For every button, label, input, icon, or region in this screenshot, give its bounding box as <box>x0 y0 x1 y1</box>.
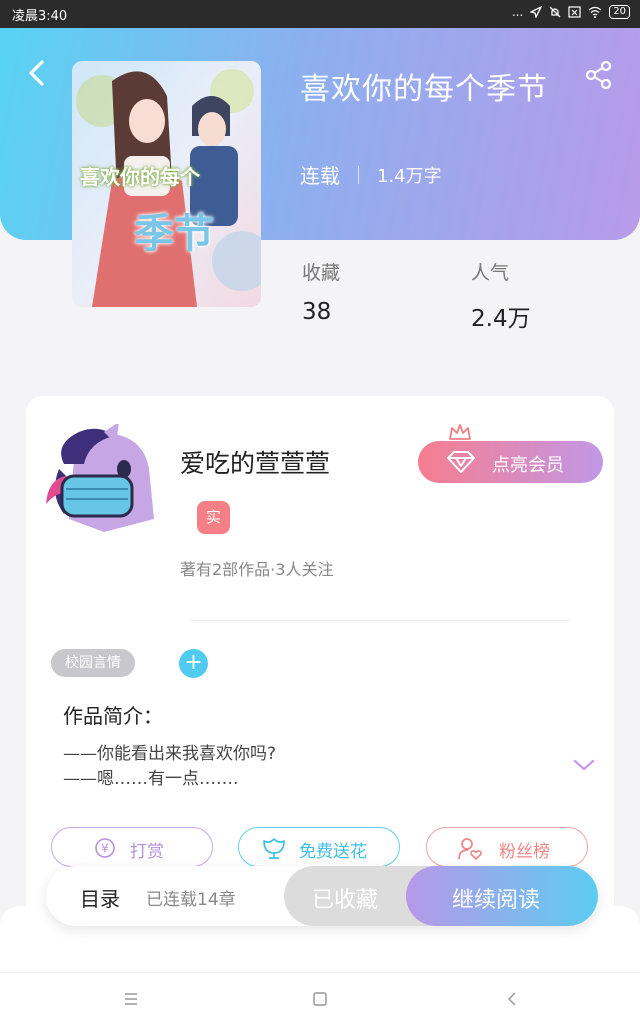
vip-button[interactable]: 点亮会员 <box>418 441 603 483</box>
fan-ranking-button[interactable]: 粉丝榜 <box>426 827 588 867</box>
popularity-stat: 人气 2.4万 <box>471 258 531 333</box>
intro-line-2: ——嗯……有一点……. <box>63 769 239 789</box>
cover-title-line1: 喜欢你的每个 <box>80 165 200 189</box>
status-divider <box>358 165 359 184</box>
book-cover[interactable]: 喜欢你的每个 季节 <box>72 61 261 307</box>
yen-symbol: ¥ <box>101 842 109 856</box>
reward-button[interactable]: ¥ 打赏 <box>51 827 213 867</box>
flower-icon <box>263 838 285 859</box>
favorited-label: 已收藏 <box>312 888 379 913</box>
send-flower-button[interactable]: 免费送花 <box>238 827 400 867</box>
status-bar: 凌晨3:40 ... 20 <box>0 0 640 28</box>
crown-icon <box>449 424 471 440</box>
favorites-label: 收藏 <box>302 262 341 284</box>
chapter-count: 已连载14章 <box>146 890 236 910</box>
send-flower-label: 免费送花 <box>299 842 367 862</box>
author-name[interactable]: 爱吃的萱萱萱 <box>180 444 330 480</box>
serial-status: 连载 <box>300 164 340 188</box>
favorites-stat: 收藏 38 <box>302 258 340 325</box>
reading-action-bar: 目录 已连载14章 已收藏 继续阅读 <box>46 866 598 926</box>
verified-badge: 实 <box>197 501 230 534</box>
favorites-value: 38 <box>302 299 332 325</box>
book-title: 喜欢你的每个季节 <box>300 72 548 107</box>
yen-coin-icon: ¥ <box>95 838 115 858</box>
chevron-down-icon[interactable] <box>572 757 596 773</box>
section-divider <box>190 620 570 621</box>
intro-text: ——你能看出来我喜欢你吗? ——嗯……有一点……. <box>63 742 276 792</box>
user-heart-icon <box>458 838 482 860</box>
menu-icon[interactable] <box>121 989 141 1009</box>
share-icon[interactable] <box>584 60 614 90</box>
toc-button[interactable]: 目录 <box>80 883 120 912</box>
system-nav-bar <box>0 972 640 1025</box>
intro-title: 作品简介： <box>63 704 163 728</box>
plus-icon[interactable]: + <box>179 649 208 678</box>
book-status-row: 连载 1.4万字 <box>300 160 442 189</box>
continue-reading-label: 继续阅读 <box>452 888 541 913</box>
vip-button-label: 点亮会员 <box>492 455 564 476</box>
fan-ranking-label: 粉丝榜 <box>499 842 550 862</box>
popularity-value: 2.4万 <box>471 306 531 332</box>
author-meta: 著有2部作品·3人关注 <box>180 560 334 579</box>
more-dots-icon: ... <box>511 5 524 19</box>
sim-icon <box>568 6 581 18</box>
word-count: 1.4万字 <box>377 165 442 187</box>
genre-tag[interactable]: 校园言情 <box>51 649 135 677</box>
diamond-icon <box>447 451 475 473</box>
intro-line-1: ——你能看出来我喜欢你吗? <box>63 744 277 764</box>
continue-reading-button[interactable]: 继续阅读 <box>406 866 598 926</box>
mute-icon <box>549 6 561 18</box>
status-time: 凌晨3:40 <box>12 9 68 24</box>
home-square-icon[interactable] <box>310 989 330 1009</box>
author-avatar[interactable] <box>44 424 154 534</box>
popularity-label: 人气 <box>471 262 510 284</box>
navigation-icon <box>530 6 543 18</box>
cover-title-line2: 季节 <box>134 211 214 257</box>
battery-icon: 20 <box>609 5 630 19</box>
reward-label: 打赏 <box>130 842 164 862</box>
status-icons: ... 20 <box>512 5 630 19</box>
back-arrow-icon[interactable] <box>22 58 52 88</box>
back-triangle-icon[interactable] <box>502 989 522 1009</box>
wifi-icon <box>588 6 602 18</box>
